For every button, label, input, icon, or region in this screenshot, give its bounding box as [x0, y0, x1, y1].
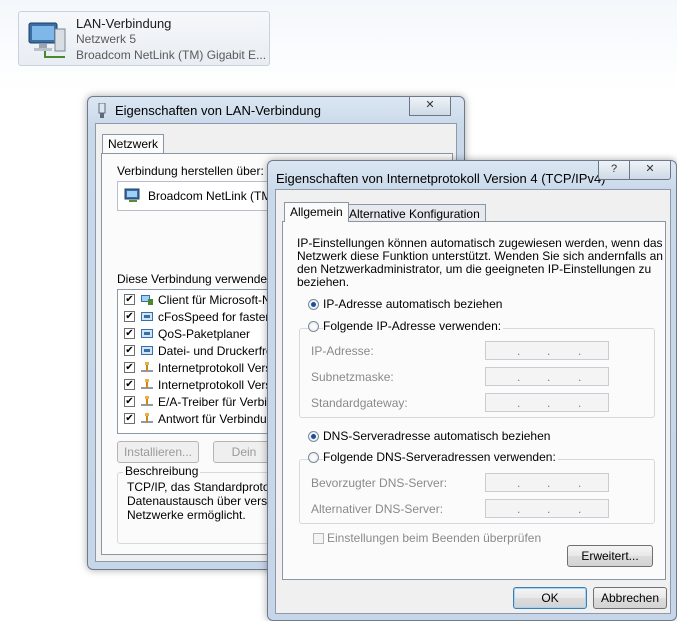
list-item[interactable]: ✔ QoS-Paketplaner: [118, 325, 278, 342]
ip-auto-radio[interactable]: [308, 299, 319, 310]
list-item[interactable]: ✔ Antwort für Verbindung: [118, 410, 278, 427]
validate-label: Einstellungen beim Beenden überprüfen: [327, 531, 542, 545]
list-item[interactable]: ✔ Internetprotokoll Versio: [118, 376, 278, 393]
protocol-icon: [141, 413, 153, 423]
intro-line: beziehen.: [297, 275, 350, 289]
item-checkbox[interactable]: ✔: [124, 362, 135, 373]
dns-preferred-field[interactable]: ...: [485, 473, 609, 492]
lan-properties-titlebar[interactable]: Eigenschaften von LAN-Verbindung ✕: [88, 97, 464, 123]
item-label: Internetprotokoll Versio: [158, 361, 279, 375]
ip-auto-label: IP-Adresse automatisch beziehen: [323, 297, 503, 311]
ipv4-properties-window: Eigenschaften von Internetprotokoll Vers…: [267, 160, 677, 621]
tab-netzwerk[interactable]: Netzwerk: [102, 134, 165, 154]
protocol-icon: [141, 379, 153, 389]
intro-line: IP-Einstellungen können automatisch zuge…: [297, 236, 663, 250]
validate-checkbox[interactable]: [313, 533, 324, 544]
dns-alternate-field[interactable]: ...: [485, 499, 609, 518]
dns-manual-radio[interactable]: [308, 452, 319, 463]
item-checkbox[interactable]: ✔: [124, 396, 135, 407]
description-legend: Beschreibung: [123, 464, 201, 478]
lan-adapter-name: Broadcom NetLink (TM) Gigabit E...: [76, 48, 267, 62]
dns-preferred-label: Bevorzugter DNS-Server:: [311, 476, 448, 490]
item-label: Client für Microsoft-Netz: [158, 293, 279, 307]
component-list[interactable]: ✔ Client für Microsoft-Netz ✔ cFosSpeed for…: [117, 289, 279, 434]
network-service-icon: [141, 329, 153, 338]
client-icon: [141, 295, 153, 305]
item-label: Internetprotokoll Versio: [158, 378, 279, 392]
list-item[interactable]: ✔ Datei- und Druckerfreig: [118, 342, 278, 359]
install-button[interactable]: Installieren...: [117, 441, 199, 463]
list-item[interactable]: ✔ Internetprotokoll Versio: [118, 359, 278, 376]
description-line: Netzwerke ermöglicht.: [127, 508, 246, 522]
item-checkbox[interactable]: ✔: [124, 311, 135, 322]
network-service-icon: [141, 312, 153, 321]
item-label: Datei- und Druckerfreig: [158, 344, 279, 358]
network-adapter-icon: [124, 188, 140, 202]
tab-alternative-konfiguration[interactable]: Alternative Konfiguration: [343, 204, 486, 222]
ipv4-title: Eigenschaften von Internetprotokoll Vers…: [276, 171, 606, 186]
intro-line: Netzwerk diese Funktion unterstützt. Wen…: [297, 249, 663, 263]
gateway-label: Standardgateway:: [311, 396, 408, 410]
help-button[interactable]: ?: [598, 161, 630, 180]
list-item[interactable]: ✔ Client für Microsoft-Netz: [118, 291, 278, 308]
dns-auto-label: DNS-Serveradresse automatisch beziehen: [323, 429, 551, 443]
list-item[interactable]: ✔ E/A-Treiber für Verbind: [118, 393, 278, 410]
allgemein-panel: IP-Einstellungen können automatisch zuge…: [282, 221, 666, 580]
description-line: Datenaustausch über verschi: [127, 494, 283, 508]
close-button[interactable]: ✕: [629, 161, 671, 180]
protocol-icon: [141, 396, 153, 406]
cancel-button[interactable]: Abbrechen: [593, 587, 667, 609]
network-computer-icon: [28, 22, 66, 58]
description-line: TCP/IP, das Standardprotoko: [127, 480, 283, 494]
tab-allgemein[interactable]: Allgemein: [284, 202, 349, 222]
dns-manual-label: Folgende DNS-Serveradressen verwenden:: [323, 450, 558, 464]
intro-line: den Netzwerkadministrator, um die geeign…: [297, 262, 652, 276]
dns-auto-radio[interactable]: [308, 431, 319, 442]
network-adapter-icon: [98, 103, 106, 118]
advanced-button[interactable]: Erweitert...: [567, 545, 653, 567]
ip-manual-radio[interactable]: [308, 321, 319, 332]
subnet-field[interactable]: ...: [485, 367, 609, 386]
ipv4-client: Allgemein Alternative Konfiguration IP-E…: [275, 189, 671, 614]
protocol-icon: [141, 362, 153, 372]
ip-manual-label: Folgende IP-Adresse verwenden:: [323, 319, 504, 333]
ip-address-field[interactable]: ...: [485, 341, 609, 360]
close-button[interactable]: ✕: [409, 97, 451, 116]
dns-alternate-label: Alternativer DNS-Server:: [311, 502, 444, 516]
lan-network-name: Netzwerk 5: [76, 32, 137, 46]
item-label: E/A-Treiber für Verbind: [158, 395, 279, 409]
connect-via-label: Verbindung herstellen über:: [117, 164, 264, 178]
adapter-box: Broadcom NetLink (TM) G: [117, 181, 288, 211]
item-checkbox[interactable]: ✔: [124, 328, 135, 339]
list-item[interactable]: ✔ cFosSpeed for faster In: [118, 308, 278, 325]
lan-title: LAN-Verbindung: [76, 16, 172, 31]
item-checkbox[interactable]: ✔: [124, 345, 135, 356]
item-label: QoS-Paketplaner: [158, 327, 251, 341]
ipv4-titlebar[interactable]: Eigenschaften von Internetprotokoll Vers…: [268, 161, 676, 187]
gateway-field[interactable]: ...: [485, 393, 609, 412]
ok-button[interactable]: OK: [513, 587, 587, 609]
lan-properties-title: Eigenschaften von LAN-Verbindung: [115, 103, 321, 118]
item-label: cFosSpeed for faster In: [158, 310, 279, 324]
network-service-icon: [141, 346, 153, 355]
item-checkbox[interactable]: ✔: [124, 379, 135, 390]
uses-label: Diese Verbindung verwendet fol: [117, 272, 287, 286]
item-label: Antwort für Verbindung: [158, 412, 279, 426]
subnet-label: Subnetzmaske:: [311, 370, 394, 384]
uninstall-button[interactable]: Dein: [213, 441, 275, 463]
item-checkbox[interactable]: ✔: [124, 413, 135, 424]
ip-address-label: IP-Adresse:: [311, 344, 374, 358]
lan-connection-tile[interactable]: LAN-Verbindung Netzwerk 5 Broadcom NetLi…: [18, 11, 270, 66]
item-checkbox[interactable]: ✔: [124, 294, 135, 305]
